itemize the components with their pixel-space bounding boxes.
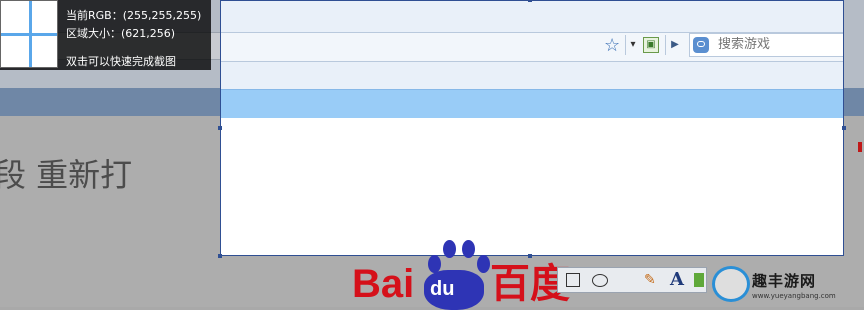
magnifier-preview [0,0,58,68]
double-click-hint: 双击可以快速完成截图 [66,55,176,68]
site-watermark: 趣丰游网 www.yueyangbang.com [712,266,862,306]
red-text-fragment [858,142,862,152]
brush-tool-icon[interactable]: ✎ [644,272,662,288]
capture-selection-area[interactable]: ☆ ▾ ▣ ▶ [220,0,844,256]
dimmed-page-text: 段 重新打 [0,156,133,194]
game-controller-icon [693,37,709,53]
rectangle-tool-icon[interactable] [566,273,580,287]
baidu-logo-bai: Bai [352,262,415,306]
play-icon[interactable]: ▶ [665,35,684,55]
favorite-star-icon[interactable]: ☆ [604,35,620,56]
blue-band [221,89,843,118]
region-size: 区域大小：(621,256) [66,27,176,40]
capture-toolbar: ✎ A [557,267,707,293]
image-icon[interactable]: ▣ [643,37,659,53]
search-input[interactable] [718,37,838,52]
baidu-logo-du: du [430,278,455,300]
game-search-box[interactable] [689,33,843,57]
resize-handle-bottom-left[interactable] [218,254,222,258]
current-rgb: 当前RGB：(255,255,255) [66,9,202,22]
watermark-url: www.yueyangbang.com [752,292,836,300]
chevron-down-icon[interactable]: ▾ [625,35,640,55]
text-tool-icon[interactable]: A [670,269,688,290]
resize-handle-bottom-middle[interactable] [528,254,532,258]
capture-info-panel: 当前RGB：(255,255,255) 区域大小：(621,256) 双击可以快… [0,0,211,70]
save-tool-icon[interactable] [694,273,704,287]
watermark-logo-icon [712,266,750,302]
resize-handle-top-middle[interactable] [528,0,532,2]
resize-handle-left-middle[interactable] [218,126,222,130]
ellipse-tool-icon[interactable] [592,274,608,287]
watermark-title: 趣丰游网 [752,272,817,290]
resize-handle-right-middle[interactable] [842,126,846,130]
